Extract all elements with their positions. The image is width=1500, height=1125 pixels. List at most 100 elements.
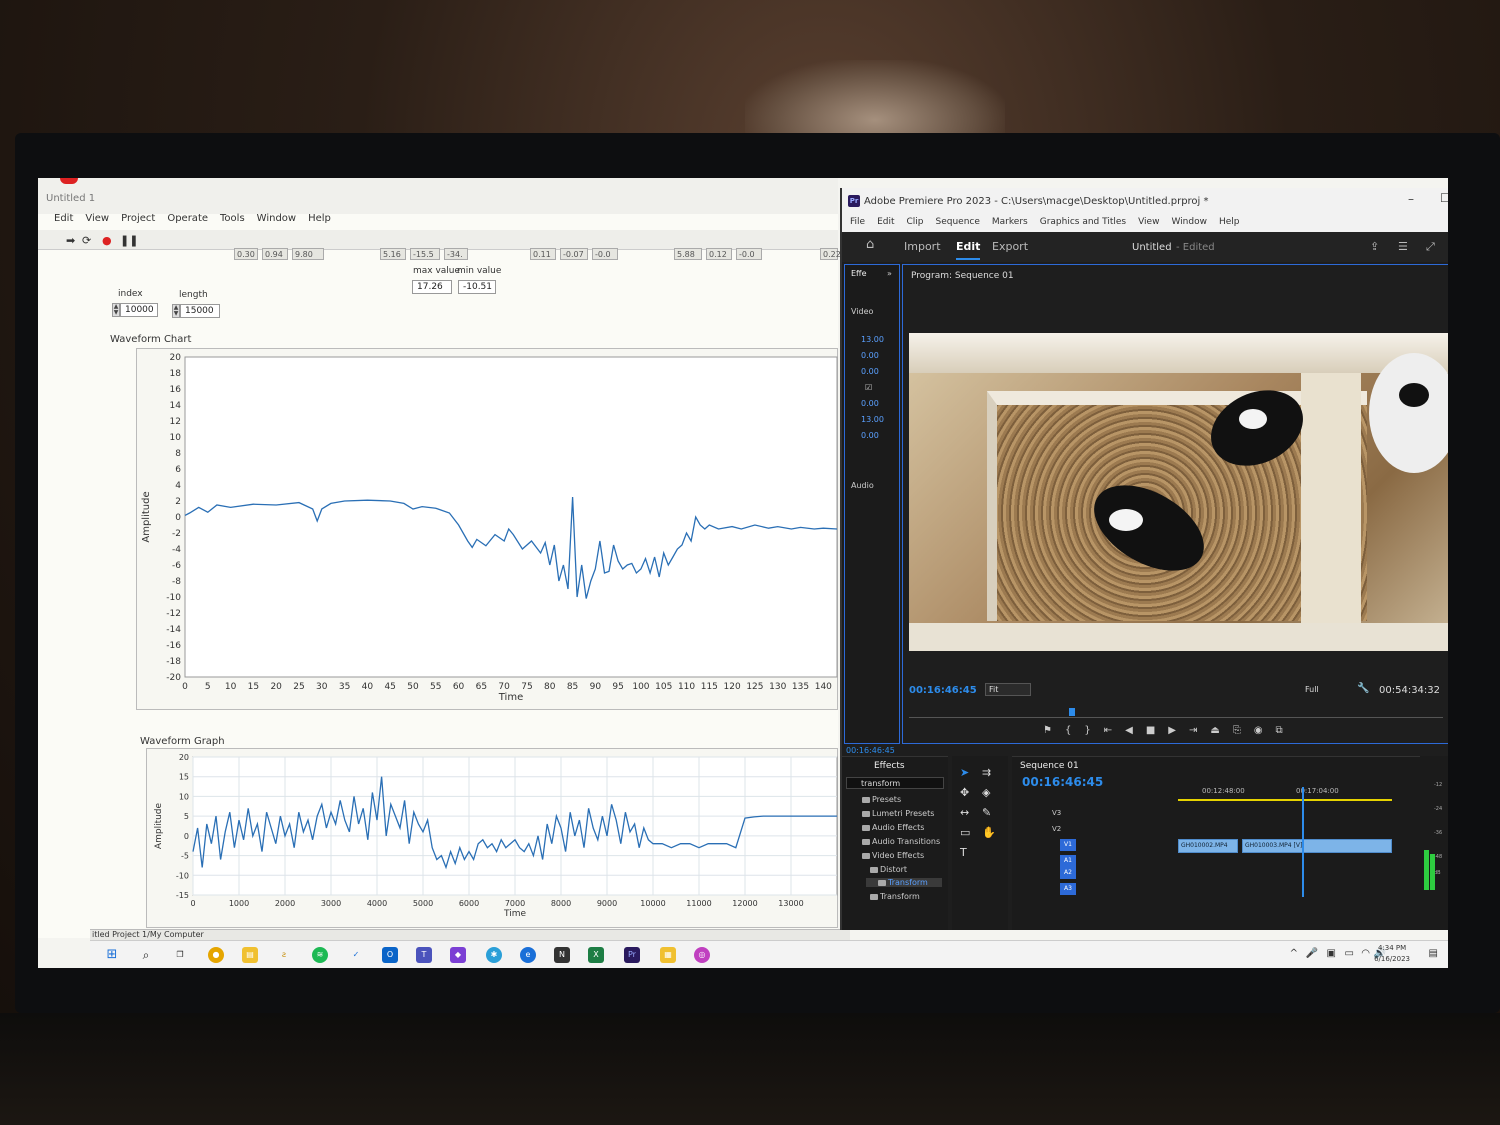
camera-icon[interactable]: ◉	[1254, 725, 1263, 736]
clip-gh010003[interactable]: GH010003.MP4 [V]	[1242, 839, 1392, 853]
pause-icon[interactable]: ❚❚	[120, 234, 138, 247]
effect-value[interactable]: 0.00	[861, 399, 879, 408]
track-a2[interactable]: A2	[1060, 867, 1076, 879]
extract-icon[interactable]: ⎘	[1233, 725, 1241, 736]
sequence-tab[interactable]: Sequence 01	[1020, 761, 1079, 771]
monitor-timecode[interactable]: 00:16:46:45	[909, 685, 977, 696]
effects-search-input[interactable]: transform	[846, 777, 944, 789]
tab-export[interactable]: Export	[992, 240, 1028, 253]
excel-icon[interactable]: X	[588, 947, 604, 963]
resolution-select[interactable]: Full	[1305, 685, 1319, 694]
menu-help[interactable]: Help	[308, 213, 331, 229]
track-v2[interactable]: V2	[1052, 825, 1061, 833]
tab-edit[interactable]: Edit	[956, 240, 981, 260]
monitor-scrubber[interactable]	[909, 708, 1443, 718]
fullscreen-icon[interactable]: ⤢	[1426, 240, 1435, 254]
notion-icon[interactable]: N	[554, 947, 570, 963]
slack-icon[interactable]: ✱	[486, 947, 502, 963]
menu-graphics[interactable]: Graphics and Titles	[1040, 217, 1126, 232]
effects-distort[interactable]: Distort	[858, 865, 907, 874]
effects-audio-effects[interactable]: Audio Effects	[850, 823, 924, 832]
zoom-select[interactable]: Fit	[985, 683, 1031, 696]
track-select-icon[interactable]: ⇉	[982, 766, 991, 779]
effects-video-effects[interactable]: Video Effects	[850, 851, 924, 860]
menu-edit[interactable]: Edit	[877, 217, 894, 232]
timeline-playhead[interactable]	[1302, 787, 1304, 897]
app-icon[interactable]: ◆	[450, 947, 466, 963]
app-icon[interactable]: ◎	[694, 947, 710, 963]
premiere-taskbar-icon[interactable]: Pr	[624, 947, 640, 963]
menu-view[interactable]: View	[85, 213, 109, 229]
track-v1[interactable]: V1	[1060, 839, 1076, 851]
wifi-icon[interactable]: ◠	[1361, 948, 1370, 959]
maximize-icon[interactable]: ☐	[1440, 191, 1448, 205]
compare-icon[interactable]: ⧉	[1276, 725, 1283, 736]
type-tool-icon[interactable]: T	[960, 846, 967, 859]
track-a1[interactable]: A1	[1060, 855, 1076, 867]
spotify-icon[interactable]: ≋	[312, 947, 328, 963]
effects-transform-selected[interactable]: Transform	[866, 878, 942, 887]
menu-tools[interactable]: Tools	[220, 213, 245, 229]
quick-export-icon[interactable]: ⇪	[1370, 240, 1379, 253]
checkbox-icon[interactable]: ☑	[865, 383, 872, 392]
selection-tool-icon[interactable]: ➤	[960, 766, 969, 779]
effects-lumetri-presets[interactable]: Lumetri Presets	[850, 809, 934, 818]
mark-in-icon[interactable]: {	[1065, 725, 1071, 736]
hand-tool-icon[interactable]: ✋	[982, 826, 996, 839]
microphone-icon[interactable]: 🎤	[1306, 948, 1318, 959]
panel-menu-icon[interactable]: »	[887, 269, 892, 278]
battery-icon[interactable]: ▭	[1345, 948, 1354, 959]
edge-icon[interactable]: e	[520, 947, 536, 963]
mark-out-icon[interactable]: }	[1084, 725, 1090, 736]
app-icon[interactable]: ƨ	[276, 947, 292, 963]
effects-transform[interactable]: Transform	[858, 892, 920, 901]
chrome-icon[interactable]: ●	[208, 947, 224, 963]
menu-help[interactable]: Help	[1219, 217, 1240, 232]
abort-icon[interactable]: ●	[102, 234, 112, 247]
effect-value[interactable]: 0.00	[861, 431, 879, 440]
app-icon[interactable]: ▦	[660, 947, 676, 963]
task-view-icon[interactable]: ❐	[172, 947, 188, 963]
menu-edit[interactable]: Edit	[54, 213, 73, 229]
run-arrow-icon[interactable]: ➡	[66, 234, 75, 247]
search-icon[interactable]: ⌕	[138, 947, 154, 963]
step-forward-icon[interactable]: ▶	[1168, 725, 1176, 736]
menu-operate[interactable]: Operate	[167, 213, 208, 229]
meet-now-icon[interactable]: ▣	[1327, 948, 1336, 959]
go-to-in-icon[interactable]: ⇤	[1104, 725, 1112, 736]
outlook-icon[interactable]: O	[382, 947, 398, 963]
effect-value[interactable]: 13.00	[861, 335, 884, 344]
effect-value[interactable]: 0.00	[861, 367, 879, 376]
marker-icon[interactable]: ⚑	[1043, 725, 1052, 736]
teams-icon[interactable]: T	[416, 947, 432, 963]
effect-value[interactable]: 0.00	[861, 351, 879, 360]
step-back-icon[interactable]: ◀	[1125, 725, 1133, 736]
effect-value[interactable]: 13.00	[861, 415, 884, 424]
file-explorer-icon[interactable]: ▤	[242, 947, 258, 963]
lift-icon[interactable]: ⏏	[1210, 725, 1219, 736]
effects-tab[interactable]: Effects	[874, 761, 905, 771]
timeline-timecode[interactable]: 00:16:46:45	[1022, 775, 1103, 789]
tray-chevron-icon[interactable]: ^	[1290, 948, 1298, 959]
clip-gh010002[interactable]: GH010002.MP4 [V]	[1178, 839, 1238, 853]
effects-presets[interactable]: Presets	[850, 795, 901, 804]
length-spinner[interactable]: ▲ ▼	[172, 304, 180, 318]
system-clock[interactable]: 4:34 PM 6/16/2023	[1374, 943, 1410, 965]
length-input[interactable]: 15000	[180, 304, 220, 318]
ripple-edit-icon[interactable]: ✥	[960, 786, 969, 799]
minimize-icon[interactable]: –	[1408, 192, 1414, 206]
effects-audio-transitions[interactable]: Audio Transitions	[850, 837, 940, 846]
todo-icon[interactable]: ✓	[348, 947, 364, 963]
menu-sequence[interactable]: Sequence	[936, 217, 980, 232]
menu-file[interactable]: File	[850, 217, 865, 232]
stop-icon[interactable]: ■	[1146, 725, 1155, 736]
index-spinner[interactable]: ▲ ▼	[112, 303, 120, 317]
menu-window[interactable]: Window	[257, 213, 296, 229]
scrubber-playhead[interactable]	[1069, 708, 1075, 716]
pen-tool-icon[interactable]: ✎	[982, 806, 991, 819]
rectangle-tool-icon[interactable]: ▭	[960, 826, 970, 839]
start-icon[interactable]: ⊞	[104, 947, 120, 963]
index-input[interactable]: 10000	[120, 303, 158, 317]
menu-markers[interactable]: Markers	[992, 217, 1028, 232]
workspaces-icon[interactable]: ☰	[1398, 240, 1408, 253]
